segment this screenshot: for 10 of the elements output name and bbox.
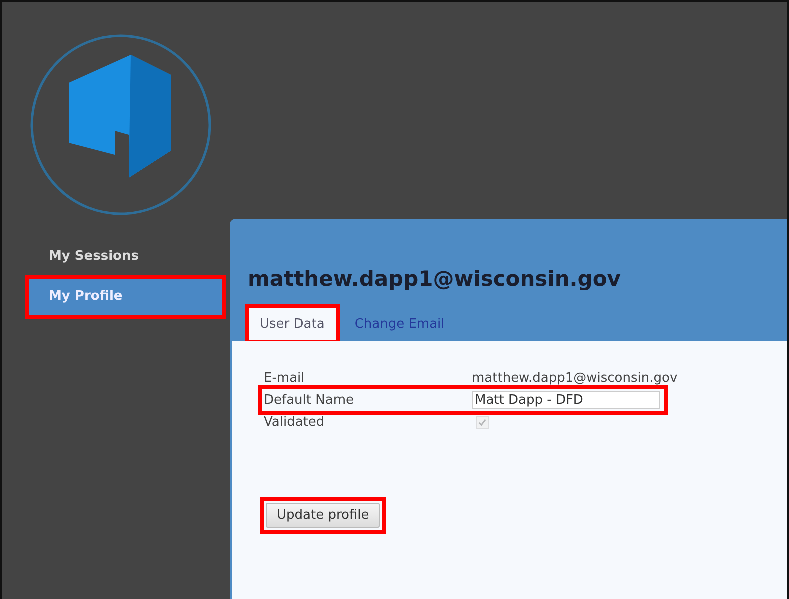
tab[interactable]: User Data bbox=[248, 307, 337, 341]
sidebar-item[interactable]: My Sessions bbox=[29, 239, 222, 275]
field-label: E-mail bbox=[264, 370, 306, 386]
update-profile-button[interactable]: Update profile bbox=[266, 503, 380, 528]
profile-title: matthew.dapp1@wisconsin.gov bbox=[248, 267, 622, 291]
field-label: Validated bbox=[264, 414, 326, 430]
field-value: matthew.dapp1@wisconsin.gov bbox=[472, 370, 678, 386]
field-label: Default Name bbox=[264, 392, 355, 408]
input-field[interactable]: Matt Dapp - DFD bbox=[472, 391, 660, 409]
house-logo-icon bbox=[29, 33, 213, 217]
